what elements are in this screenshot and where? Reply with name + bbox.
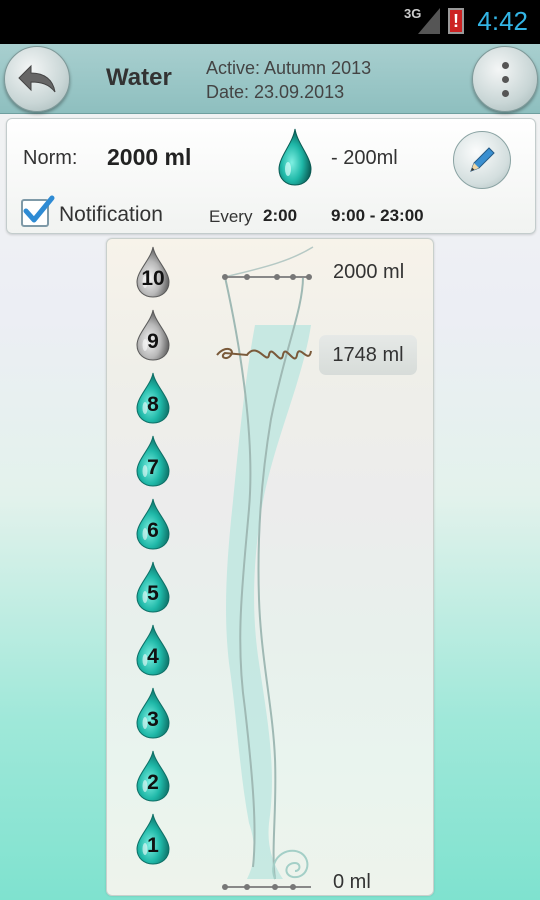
drop-button-2[interactable]: 2 — [133, 749, 173, 803]
drop-button-7[interactable]: 7 — [133, 434, 173, 488]
active-season: Active: Autumn 2013 — [206, 58, 372, 78]
min-volume-label: 0 ml — [333, 871, 371, 893]
page-title: Water — [106, 64, 172, 91]
current-volume-badge: 1748 ml — [319, 335, 417, 375]
water-drop-icon — [278, 128, 312, 186]
drop-button-1[interactable]: 1 — [133, 812, 173, 866]
drop-number: 3 — [147, 708, 159, 731]
back-arrow-icon — [18, 64, 56, 93]
drop-number: 8 — [147, 393, 159, 416]
drop-button-4[interactable]: 4 — [133, 623, 173, 677]
water-glass-panel: 10 9 8 7 6 5 4 3 2 1 2000 ml 1748 ml 0 ml — [106, 238, 434, 896]
more-vert-icon — [501, 61, 509, 97]
norm-panel: Norm: 2000 ml - 200ml Notification Every… — [6, 118, 536, 234]
drop-button-10[interactable]: 10 — [133, 245, 173, 299]
drop-number: 7 — [147, 456, 159, 479]
max-volume-label: 2000 ml — [333, 261, 405, 283]
edit-norm-button[interactable] — [453, 131, 511, 189]
portion-size: - 200ml — [331, 147, 398, 169]
drop-button-6[interactable]: 6 — [133, 497, 173, 551]
drop-button-3[interactable]: 3 — [133, 686, 173, 740]
back-button[interactable] — [4, 46, 70, 112]
drop-number: 10 — [141, 267, 165, 290]
glass-water-fill — [226, 325, 311, 879]
current-date: Date: 23.09.2013 — [206, 82, 345, 102]
drop-number: 6 — [147, 519, 159, 542]
signal-icon — [418, 8, 440, 34]
overflow-menu-button[interactable] — [472, 46, 538, 112]
status-bar: 3G 4:42 — [0, 0, 540, 44]
pencil-icon — [470, 147, 495, 172]
norm-label: Norm: — [23, 147, 78, 169]
checkmark-icon — [23, 195, 55, 223]
drop-button-5[interactable]: 5 — [133, 560, 173, 614]
status-clock: 4:42 — [477, 6, 528, 36]
drop-number: 2 — [147, 771, 159, 794]
drop-number: 1 — [147, 834, 159, 857]
drop-number: 4 — [147, 645, 159, 668]
battery-alert-icon — [448, 8, 464, 34]
interval-label: Every — [209, 207, 253, 226]
drop-number: 9 — [147, 330, 159, 353]
norm-value: 2000 ml — [107, 144, 192, 170]
interval-value: 2:00 — [263, 206, 298, 225]
drop-button-9[interactable]: 9 — [133, 308, 173, 362]
glass-outline — [224, 246, 314, 278]
action-bar: Water Active: Autumn 2013 Date: 23.09.20… — [0, 44, 540, 114]
notification-checkbox[interactable] — [21, 195, 55, 227]
notification-label: Notification — [59, 203, 163, 226]
drop-button-8[interactable]: 8 — [133, 371, 173, 425]
drop-number: 5 — [147, 582, 159, 605]
notification-hours: 9:00 - 23:00 — [331, 206, 424, 225]
